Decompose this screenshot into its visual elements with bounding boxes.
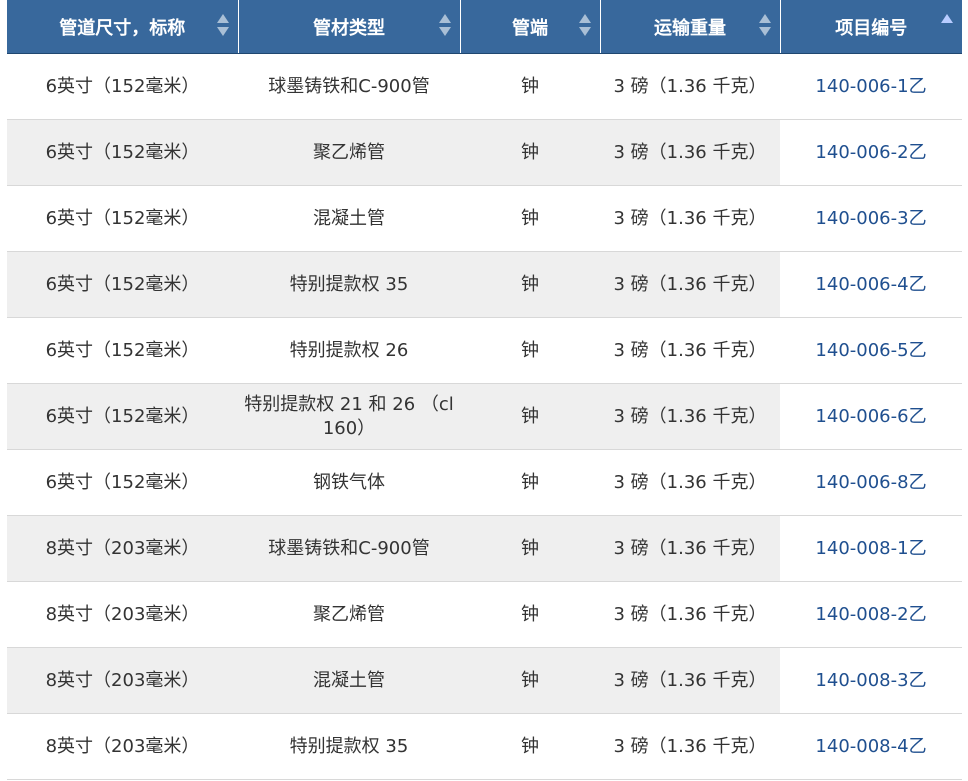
cell-weight: 3 磅（1.36 千克） — [600, 383, 780, 450]
column-header-size[interactable]: 管道尺寸，标称 — [7, 0, 239, 54]
cell-weight: 3 磅（1.36 千克） — [600, 713, 780, 780]
cell-end: 钟 — [460, 515, 600, 582]
cell-item-number[interactable]: 140-008-2乙 — [780, 581, 962, 648]
cell-end: 钟 — [460, 185, 600, 252]
cell-item-number[interactable]: 140-006-4乙 — [780, 251, 962, 318]
cell-size: 6英寸（152毫米） — [7, 383, 238, 450]
cell-material: 特别提款权 26 — [238, 317, 460, 384]
table-row: 6英寸（152毫米） 特别提款权 35 钟 3 磅（1.36 千克） 140-006-4… — [7, 251, 962, 318]
cell-weight: 3 磅（1.36 千克） — [600, 251, 780, 318]
sort-icon[interactable] — [758, 14, 771, 40]
cell-material: 钢铁气体 — [238, 449, 460, 516]
cell-item-number[interactable]: 140-008-1乙 — [780, 515, 962, 582]
cell-material: 球墨铸铁和C-900管 — [238, 53, 460, 120]
cell-weight: 3 磅（1.36 千克） — [600, 581, 780, 648]
sort-ascending-icon[interactable] — [941, 14, 953, 40]
cell-end: 钟 — [460, 449, 600, 516]
sort-icon[interactable] — [438, 14, 451, 40]
column-header-label: 管端 — [512, 17, 548, 39]
cell-end: 钟 — [460, 53, 600, 120]
cell-size: 6英寸（152毫米） — [7, 317, 238, 384]
cell-size: 6英寸（152毫米） — [7, 449, 238, 516]
column-header-material[interactable]: 管材类型 — [238, 0, 461, 54]
cell-end: 钟 — [460, 647, 600, 714]
cell-item-number[interactable]: 140-006-2乙 — [780, 119, 962, 186]
cell-material: 球墨铸铁和C-900管 — [238, 515, 460, 582]
table-row: 6英寸（152毫米） 钢铁气体钟 3 磅（1.36 千克） 140-006-8乙 — [7, 449, 962, 516]
table-row: 6英寸（152毫米） 特别提款权 26 钟 3 磅（1.36 千克） 140-006-5… — [7, 317, 962, 384]
table-row: 6英寸（152毫米） 混凝土管钟 3 磅（1.36 千克） 140-006-3乙 — [7, 185, 962, 252]
table-row: 8英寸（203毫米） 混凝土管钟 3 磅（1.36 千克） 140-008-3乙 — [7, 647, 962, 714]
column-header-end[interactable]: 管端 — [460, 0, 601, 54]
table-row: 6英寸（152毫米） 聚乙烯管钟 3 磅（1.36 千克） 140-006-2乙 — [7, 119, 962, 186]
cell-weight: 3 磅（1.36 千克） — [600, 185, 780, 252]
cell-material: 聚乙烯管 — [238, 581, 460, 648]
sort-icon[interactable] — [578, 14, 591, 40]
table-row: 6英寸（152毫米） 特别提款权 21 和 26 （cl 160）钟 3 磅（1.3… — [7, 383, 962, 450]
cell-end: 钟 — [460, 383, 600, 450]
cell-weight: 3 磅（1.36 千克） — [600, 119, 780, 186]
cell-end: 钟 — [460, 581, 600, 648]
table-row: 8英寸（203毫米） 特别提款权 35 钟 3 磅（1.36 千克） 140-008-4… — [7, 713, 962, 780]
cell-size: 8英寸（203毫米） — [7, 647, 238, 714]
cell-material: 混凝土管 — [238, 647, 460, 714]
cell-item-number[interactable]: 140-006-3乙 — [780, 185, 962, 252]
sort-icon[interactable] — [216, 14, 229, 40]
table-row: 6英寸（152毫米） 球墨铸铁和C-900管钟 3 磅（1.36 千克） 140-00… — [7, 53, 962, 120]
cell-size: 6英寸（152毫米） — [7, 119, 238, 186]
cell-end: 钟 — [460, 713, 600, 780]
column-header-label: 管材类型 — [313, 17, 385, 39]
cell-item-number[interactable]: 140-008-4乙 — [780, 713, 962, 780]
cell-material: 特别提款权 35 — [238, 713, 460, 780]
table-header-row: 管道尺寸，标称 管材类型 管端 运输重量 项目编号 — [7, 0, 962, 54]
table-row: 8英寸（203毫米） 球墨铸铁和C-900管钟 3 磅（1.36 千克） 140-00… — [7, 515, 962, 582]
cell-weight: 3 磅（1.36 千克） — [600, 53, 780, 120]
cell-size: 8英寸（203毫米） — [7, 515, 238, 582]
cell-material: 聚乙烯管 — [238, 119, 460, 186]
cell-end: 钟 — [460, 317, 600, 384]
cell-end: 钟 — [460, 119, 600, 186]
column-header-label: 运输重量 — [654, 17, 726, 39]
cell-size: 6英寸（152毫米） — [7, 251, 238, 318]
cell-item-number[interactable]: 140-006-1乙 — [780, 53, 962, 120]
cell-weight: 3 磅（1.36 千克） — [600, 449, 780, 516]
cell-item-number[interactable]: 140-006-5乙 — [780, 317, 962, 384]
cell-material: 特别提款权 35 — [238, 251, 460, 318]
cell-item-number[interactable]: 140-006-8乙 — [780, 449, 962, 516]
column-header-weight[interactable]: 运输重量 — [600, 0, 781, 54]
cell-weight: 3 磅（1.36 千克） — [600, 647, 780, 714]
cell-size: 8英寸（203毫米） — [7, 713, 238, 780]
table-row: 8英寸（203毫米） 聚乙烯管钟 3 磅（1.36 千克） 140-008-2乙 — [7, 581, 962, 648]
cell-material: 特别提款权 21 和 26 （cl 160） — [238, 383, 460, 450]
cell-weight: 3 磅（1.36 千克） — [600, 515, 780, 582]
cell-material: 混凝土管 — [238, 185, 460, 252]
cell-end: 钟 — [460, 251, 600, 318]
cell-size: 6英寸（152毫米） — [7, 185, 238, 252]
column-header-label: 管道尺寸，标称 — [59, 17, 186, 39]
column-header-label: 项目编号 — [835, 17, 908, 39]
column-header-item[interactable]: 项目编号 — [780, 0, 962, 54]
table-body: 6英寸（152毫米） 球墨铸铁和C-900管钟 3 磅（1.36 千克） 140-00… — [7, 53, 962, 780]
cell-item-number[interactable]: 140-006-6乙 — [780, 383, 962, 450]
cell-item-number[interactable]: 140-008-3乙 — [780, 647, 962, 714]
cell-weight: 3 磅（1.36 千克） — [600, 317, 780, 384]
product-table: 管道尺寸，标称 管材类型 管端 运输重量 项目编号 6英寸（152毫米） 球墨铸铁… — [7, 0, 962, 780]
cell-size: 8英寸（203毫米） — [7, 581, 238, 648]
cell-size: 6英寸（152毫米） — [7, 53, 238, 120]
